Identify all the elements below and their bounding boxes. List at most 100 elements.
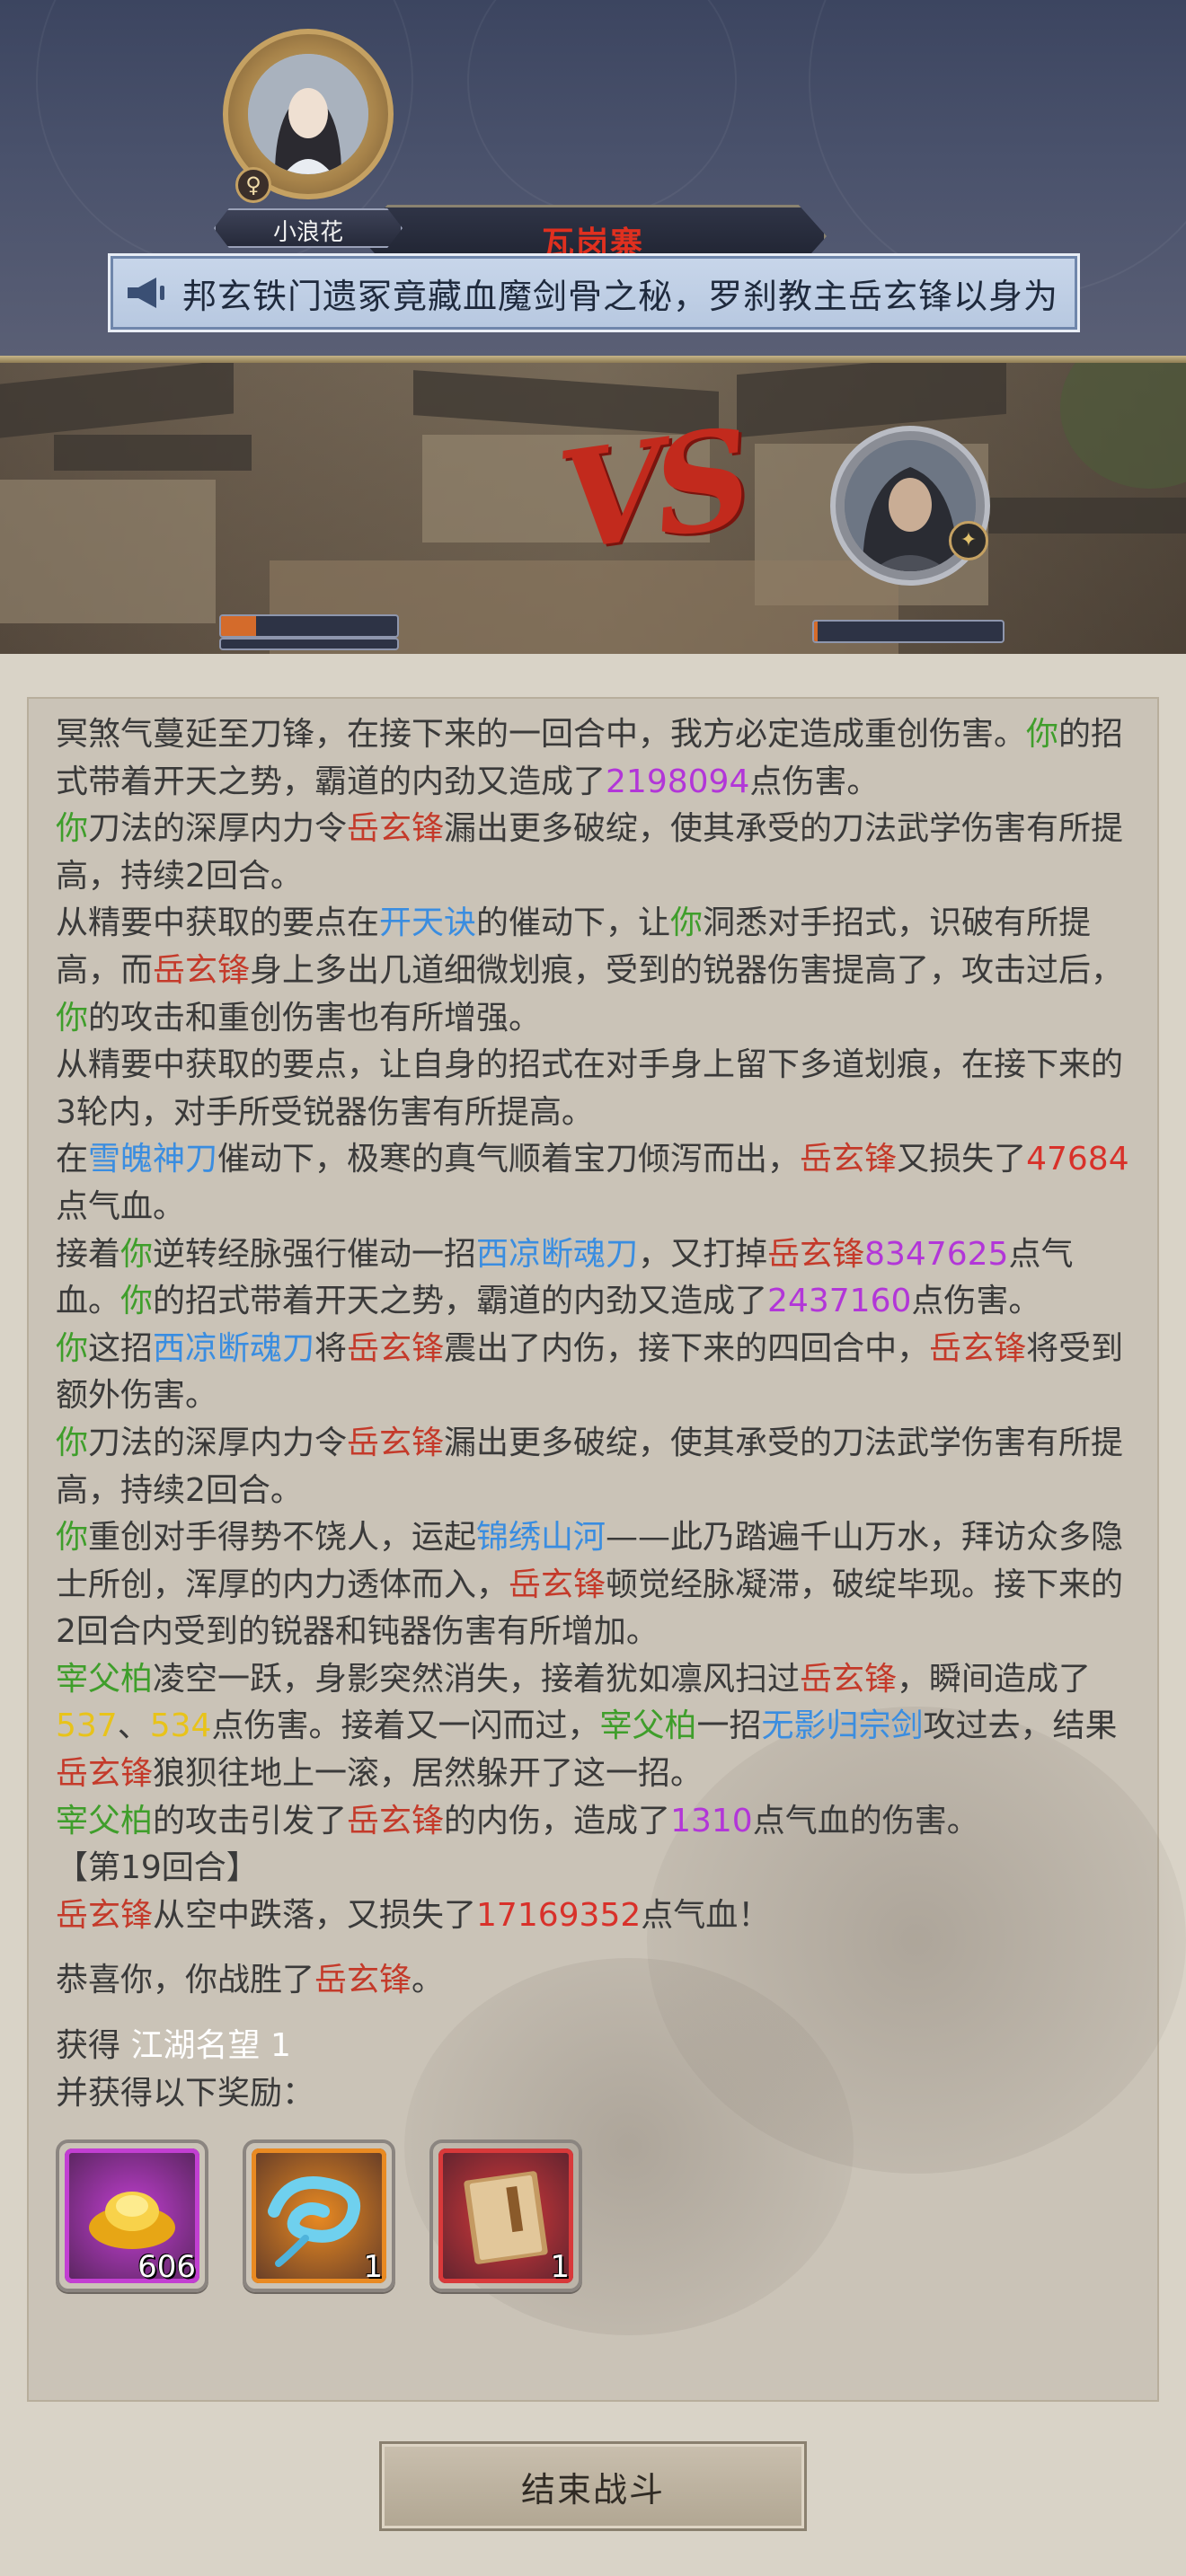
log-segment: 你 bbox=[1026, 716, 1059, 753]
log-segment: 又损失了 bbox=[897, 1141, 1027, 1178]
log-entry: 冥煞气蔓延至刀锋，在接下来的一回合中，我方必定造成重创伤害。你的招式带着开天之势… bbox=[56, 711, 1130, 806]
log-entry: 你刀法的深厚内力令岳玄锋漏出更多破绽，使其承受的刀法武学伤害有所提高，持续2回合… bbox=[56, 806, 1130, 900]
log-segment: 岳玄锋 bbox=[929, 1329, 1027, 1367]
log-segment: 534 bbox=[149, 1707, 212, 1745]
reward-item[interactable]: 606 bbox=[56, 2139, 208, 2292]
victory-message: 恭喜你，你战胜了岳玄锋。 bbox=[56, 1957, 1130, 2005]
battle-log: 冥煞气蔓延至刀锋，在接下来的一回合中，我方必定造成重创伤害。你的招式带着开天之势… bbox=[56, 711, 1130, 2117]
log-segment: 从精要中获取的要点在 bbox=[56, 904, 380, 942]
log-segment: 的攻击引发了 bbox=[153, 1802, 348, 1839]
log-segment: 的催动下，让 bbox=[476, 904, 671, 942]
round-label: 【第19回合】 bbox=[56, 1849, 259, 1887]
log-segment: 你 bbox=[120, 1283, 154, 1320]
log-segment: 你 bbox=[56, 999, 89, 1037]
log-segment: 2198094 bbox=[606, 763, 750, 800]
log-segment: 47684 bbox=[1026, 1141, 1129, 1178]
log-segment: 你 bbox=[670, 904, 704, 942]
log-segment: 在 bbox=[56, 1141, 89, 1178]
log-segment: 岳玄锋 bbox=[56, 1755, 154, 1793]
announcement-bar[interactable]: 邦玄铁门遗冢竟藏血魔剑骨之秘，罗刹教主岳玄锋以身为 bbox=[108, 253, 1080, 332]
log-entry: 宰父柏凌空一跃，身影突然消失，接着犹如凛风扫过岳玄锋，瞬间造成了537、534点… bbox=[56, 1656, 1130, 1798]
log-entry: 从精要中获取的要点在开天诀的催动下，让你洞悉对手招式，识破有所提高，而岳玄锋身上… bbox=[56, 900, 1130, 1042]
enemy-rank-icon: ✦ bbox=[949, 521, 988, 560]
log-entry: 你重创对手得势不饶人，运起锦绣山河——此乃踏遍千山万水，拜访众多隐士所创，浑厚的… bbox=[56, 1514, 1130, 1656]
megaphone-icon bbox=[111, 256, 182, 330]
female-icon: ♀ bbox=[235, 167, 271, 203]
log-segment: 岳玄锋 bbox=[800, 1141, 898, 1178]
log-segment: 点伤害。 bbox=[911, 1283, 1041, 1320]
round-entries: 岳玄锋从空中跌落，又损失了17169352点气血！ bbox=[56, 1892, 1130, 1940]
log-segment: 岳玄锋 bbox=[347, 1424, 445, 1461]
player-mp-bar bbox=[219, 638, 399, 650]
log-segment: 逆转经脉强行催动一招 bbox=[153, 1235, 477, 1273]
log-segment: 雪魄神刀 bbox=[88, 1141, 218, 1178]
log-segment: 的内伤，造成了 bbox=[444, 1802, 671, 1839]
log-segment: 岳玄锋 bbox=[56, 1896, 154, 1934]
log-segment: 宰父柏 bbox=[56, 1802, 154, 1839]
log-segment: 点气血的伤害。 bbox=[752, 1802, 979, 1839]
log-entry: 在雪魄神刀催动下，极寒的真气顺着宝刀倾泻而出，岳玄锋又损失了47684 点气血。 bbox=[56, 1136, 1130, 1231]
log-segment: 岳玄锋 bbox=[347, 1329, 445, 1367]
rewards-label: 并获得以下奖励： bbox=[56, 2074, 315, 2112]
log-segment: 、 bbox=[117, 1707, 150, 1745]
log-segment: 17169352 bbox=[476, 1896, 642, 1934]
end-battle-button[interactable]: 结束战斗 bbox=[379, 2441, 807, 2531]
victory-segment: 恭喜你，你战胜了 bbox=[56, 1962, 315, 1999]
log-entry: 岳玄锋从空中跌落，又损失了17169352点气血！ bbox=[56, 1892, 1130, 1940]
log-segment: 岳玄锋 bbox=[509, 1566, 606, 1603]
log-segment: 无影归宗剑 bbox=[761, 1707, 924, 1745]
log-segment: 冥煞气蔓延至刀锋，在接下来的一回合中，我方必定造成重创伤害。 bbox=[56, 716, 1027, 753]
log-segment: 2437160 bbox=[767, 1283, 912, 1320]
fame-name: 江湖名望 bbox=[130, 2027, 261, 2065]
log-entry: 从精要中获取的要点，让自身的招式在对手身上留下多道划痕，在接下来的3轮内，对手所… bbox=[56, 1042, 1130, 1136]
announcement-text: 邦玄铁门遗冢竟藏血魔剑骨之秘，罗刹教主岳玄锋以身为 bbox=[182, 276, 1059, 316]
victory-segment: 岳玄锋 bbox=[314, 1962, 412, 1999]
log-segment: 开天诀 bbox=[379, 904, 477, 942]
log-segment: 537 bbox=[56, 1707, 118, 1745]
log-segment: 西凉断魂刀 bbox=[476, 1235, 639, 1273]
log-segment: 重创对手得势不饶人，运起 bbox=[88, 1519, 477, 1557]
cloud-pattern bbox=[809, 0, 1186, 296]
log-segment: 点伤害。 bbox=[749, 763, 880, 800]
log-segment: 凌空一跃，身影突然消失，接着犹如凛风扫过 bbox=[153, 1660, 801, 1698]
log-segment: 点伤害。接着又一闪而过， bbox=[211, 1707, 600, 1745]
player-avatar bbox=[248, 54, 368, 174]
log-segment: ，又打掉 bbox=[638, 1235, 768, 1273]
log-segment: 狼狈往地上一滚，居然躲开了这一招。 bbox=[153, 1755, 704, 1793]
log-entry: 你刀法的深厚内力令岳玄锋漏出更多破绽，使其承受的刀法武学伤害有所提高，持续2回合… bbox=[56, 1420, 1130, 1514]
log-entry: 宰父柏的攻击引发了岳玄锋的内伤，造成了1310点气血的伤害。 bbox=[56, 1798, 1130, 1846]
log-segment: 8347625 bbox=[864, 1235, 1009, 1273]
log-segment: 刀法的深厚内力令 bbox=[88, 810, 348, 848]
log-segment: 1310 bbox=[670, 1802, 753, 1839]
divider bbox=[0, 356, 1186, 363]
log-segment: 岳玄锋 bbox=[800, 1660, 898, 1698]
log-segment: 岳玄锋 bbox=[153, 951, 251, 989]
log-segment: 身上多出几道细微划痕，受到的锐器伤害提高了，攻击过后， bbox=[250, 951, 1124, 989]
log-segment: ，瞬间造成了 bbox=[897, 1660, 1092, 1698]
log-entries: 冥煞气蔓延至刀锋，在接下来的一回合中，我方必定造成重创伤害。你的招式带着开天之势… bbox=[56, 711, 1130, 1845]
reward-item[interactable]: 1 bbox=[243, 2139, 395, 2292]
log-segment: 的招式带着开天之势，霸道的内劲又造成了 bbox=[153, 1283, 768, 1320]
log-segment: 你 bbox=[120, 1235, 154, 1273]
log-segment: 点气血。 bbox=[56, 1187, 186, 1225]
log-entry: 你这招西凉断魂刀将岳玄锋震出了内伤，接下来的四回合中，岳玄锋将受到额外伤害。 bbox=[56, 1326, 1130, 1420]
log-segment: 催动下，极寒的真气顺着宝刀倾泻而出， bbox=[217, 1141, 801, 1178]
log-segment: 你 bbox=[56, 1424, 89, 1461]
log-segment: 岳玄锋 bbox=[767, 1235, 865, 1273]
reward-item[interactable]: 1 bbox=[429, 2139, 582, 2292]
vs-emblem: VS bbox=[550, 399, 751, 582]
enemy-hp-fill bbox=[814, 622, 819, 641]
log-segment: 的攻击和重创伤害也有所增强。 bbox=[88, 999, 542, 1037]
log-segment: 震出了内伤，接下来的四回合中， bbox=[444, 1329, 930, 1367]
log-segment: 岳玄锋 bbox=[347, 1802, 445, 1839]
log-segment: 这招 bbox=[88, 1329, 154, 1367]
log-segment: 接着 bbox=[56, 1235, 121, 1273]
player-hp-bar bbox=[219, 614, 399, 638]
log-segment: 从精要中获取的要点，让自身的招式在对手身上留下多道划痕，在接下来的3轮内，对手所… bbox=[56, 1046, 1124, 1131]
log-segment: 从空中跌落，又损失了 bbox=[153, 1896, 477, 1934]
log-segment: 一招 bbox=[696, 1707, 762, 1745]
enemy-avatar-frame[interactable] bbox=[830, 426, 990, 586]
log-segment: 攻过去，结果 bbox=[923, 1707, 1118, 1745]
victory-segment: 。 bbox=[412, 1962, 445, 1999]
log-segment: 岳玄锋 bbox=[347, 810, 445, 848]
